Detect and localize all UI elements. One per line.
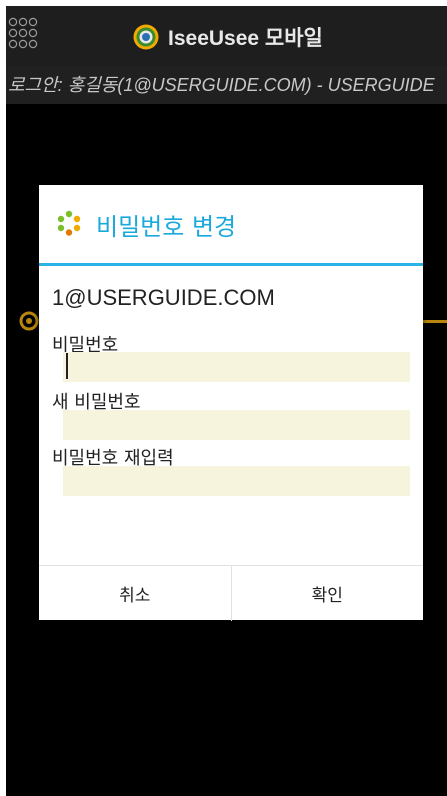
iseeusee-logo-icon (133, 24, 159, 50)
text-cursor (66, 353, 68, 379)
app-screen: IseeUsee 모바일 로그안: 홍길동(1@USERGUIDE.COM) -… (6, 6, 447, 796)
location-pin-icon (19, 311, 39, 331)
confirm-password-input[interactable] (63, 466, 410, 496)
cancel-button[interactable]: 취소 (39, 566, 231, 621)
new-password-input[interactable] (63, 410, 410, 440)
dialog-button-bar: 취소 확인 (39, 565, 423, 621)
dialog-header: 비밀번호 변경 (39, 185, 423, 263)
confirm-button[interactable]: 확인 (230, 566, 424, 621)
grid-icon[interactable] (8, 16, 40, 50)
spinner-icon (57, 210, 81, 236)
app-title: IseeUsee 모바일 (168, 27, 323, 50)
background-line (422, 320, 447, 323)
dialog-divider (39, 263, 423, 266)
account-email: 1@USERGUIDE.COM (52, 285, 275, 310)
dialog-title: 비밀번호 변경 (96, 213, 237, 241)
login-info-bar: 로그안: 홍길동(1@USERGUIDE.COM) - USERGUIDE (6, 66, 447, 104)
current-password-input[interactable] (63, 352, 410, 382)
change-password-dialog: 비밀번호 변경 1@USERGUIDE.COM 비밀번호 새 비밀번호 비밀번호… (39, 185, 423, 621)
app-title-bar: IseeUsee 모바일 (6, 6, 447, 66)
app-brand: IseeUsee 모바일 (132, 20, 323, 54)
